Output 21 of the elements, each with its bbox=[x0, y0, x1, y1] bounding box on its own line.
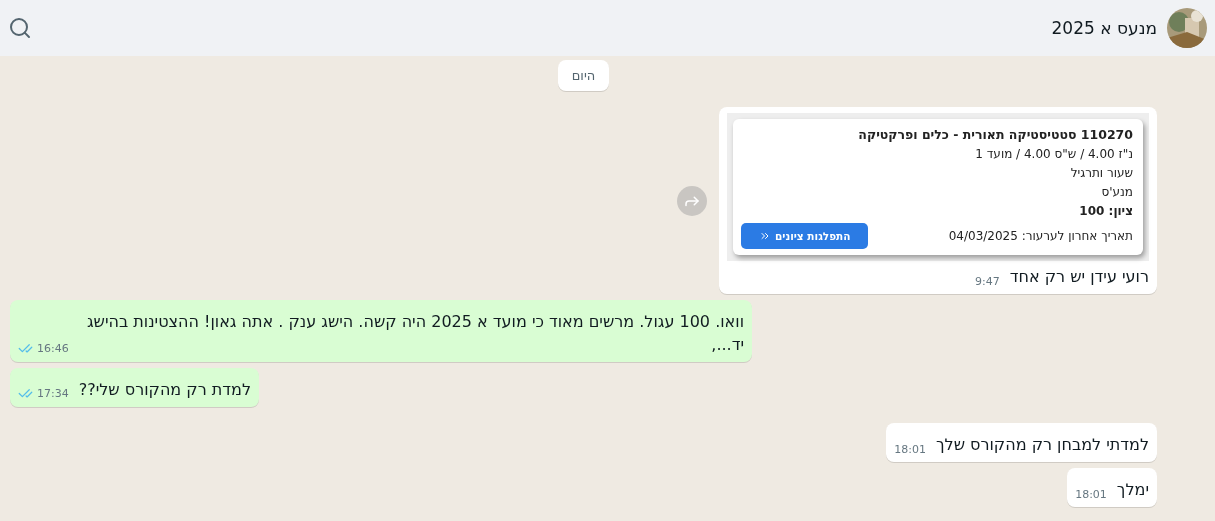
message-time: 17:34 bbox=[37, 387, 69, 400]
message-text: ימלך bbox=[1116, 479, 1149, 501]
message-text: רועי עידן יש רק אחד bbox=[1009, 266, 1149, 288]
message-text: וואו. 100 עגול. מרשים מאוד כי מועד א 2025 היה קשה. הישג ענק . אתה גאון! ההצטינות בהישג יד..., bbox=[86, 311, 744, 356]
message-time: 16:46 bbox=[37, 342, 69, 355]
course-detail: נ"ז 4.00 / ש"ס 4.00 / מועד 1 bbox=[974, 147, 1133, 161]
message-time: 18:01 bbox=[1075, 488, 1107, 501]
date-chip: היום bbox=[557, 60, 610, 91]
course-title: 110270 סטטיסטיקה תאורית - כלים ופרקטיקה bbox=[857, 127, 1133, 142]
message-time: 9:47 bbox=[975, 275, 1000, 288]
grade-text: ציון: 100 bbox=[1078, 204, 1133, 218]
message-text: למדת רק מהקורס שלי?? bbox=[78, 379, 251, 401]
chat-title: מנעס א 2025 bbox=[1050, 18, 1157, 38]
distribution-button[interactable]: התפלגות ציונים bbox=[741, 223, 869, 249]
double-chevron-icon bbox=[759, 230, 771, 242]
message-time: 18:01 bbox=[894, 443, 926, 456]
course-detail: מנע'ס bbox=[1100, 185, 1133, 199]
search-icon[interactable] bbox=[8, 16, 32, 40]
course-detail: שעור ותרגיל bbox=[1069, 166, 1133, 180]
message-text: למדתי למבחן רק מהקורס שלך bbox=[936, 434, 1149, 456]
deadline-text: תאריך אחרון לערעור: 04/03/2025 bbox=[948, 229, 1133, 243]
